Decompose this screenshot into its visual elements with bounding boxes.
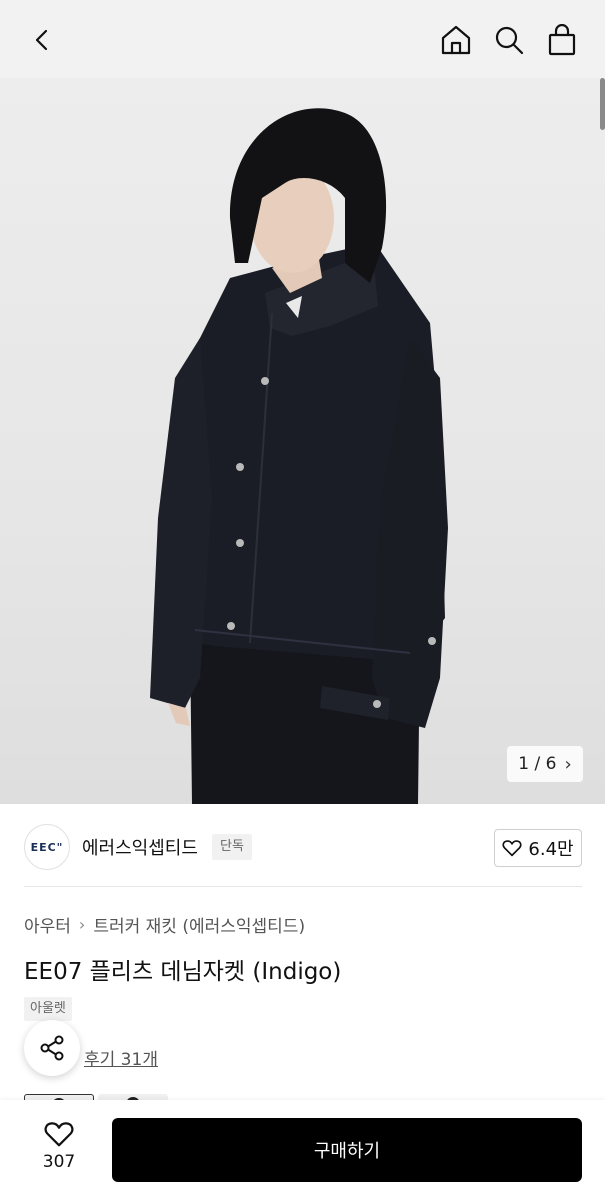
shopping-bag-icon [548, 24, 576, 56]
jacket-button [236, 463, 244, 471]
wishlist-button[interactable]: 307 [30, 1120, 88, 1180]
jacket-button [373, 700, 381, 708]
jacket-button [236, 539, 244, 547]
search-icon [495, 26, 524, 55]
product-title: EE07 플리츠 데님자켓 (Indigo) [24, 959, 342, 985]
image-counter[interactable]: 1 / 6 › [507, 746, 583, 782]
back-button[interactable] [22, 20, 62, 60]
counter-text: 1 / 6 [518, 754, 557, 774]
chevron-right-icon: › [78, 915, 86, 934]
home-icon [441, 25, 471, 55]
top-navigation-bar [0, 0, 605, 78]
search-button[interactable] [489, 20, 529, 60]
share-button[interactable] [24, 1020, 80, 1076]
jacket-button [261, 377, 269, 385]
brand-name-link[interactable]: 에러스익셉티드 [82, 834, 198, 860]
heart-icon [502, 840, 522, 857]
chevron-right-icon: › [564, 753, 572, 775]
scrollbar[interactable] [600, 78, 605, 130]
jacket-button [428, 637, 436, 645]
brand-like-button[interactable]: 6.4만 [494, 829, 582, 867]
buy-button[interactable]: 구매하기 [112, 1118, 582, 1182]
chevron-left-icon [35, 29, 48, 51]
brand-logo[interactable]: EEC" [24, 824, 70, 870]
brand-like-count: 6.4만 [528, 839, 574, 860]
product-photo [150, 108, 448, 804]
exclusive-badge: 단독 [212, 834, 252, 860]
breadcrumb-subcategory[interactable]: 트러커 재킷 (에러스익셉티드) [93, 912, 305, 937]
jacket-button [227, 622, 235, 630]
brand-row: EEC" 에러스익셉티드 단독 6.4만 [0, 804, 605, 888]
breadcrumb: 아우터 › 트러커 재킷 (에러스익셉티드) [24, 912, 305, 937]
reviews-link[interactable]: 후기 31개 [84, 1045, 158, 1070]
home-button[interactable] [436, 20, 476, 60]
outlet-badge: 아울렛 [24, 997, 72, 1021]
cart-button[interactable] [542, 20, 582, 60]
breadcrumb-category[interactable]: 아우터 [24, 912, 71, 937]
product-image-carousel[interactable]: 1 / 6 › [0, 78, 605, 804]
share-icon [40, 1035, 64, 1061]
divider [24, 886, 582, 887]
heart-icon [44, 1122, 74, 1147]
wishlist-count: 307 [42, 1152, 76, 1172]
bottom-action-bar: 307 구매하기 [0, 1100, 605, 1200]
